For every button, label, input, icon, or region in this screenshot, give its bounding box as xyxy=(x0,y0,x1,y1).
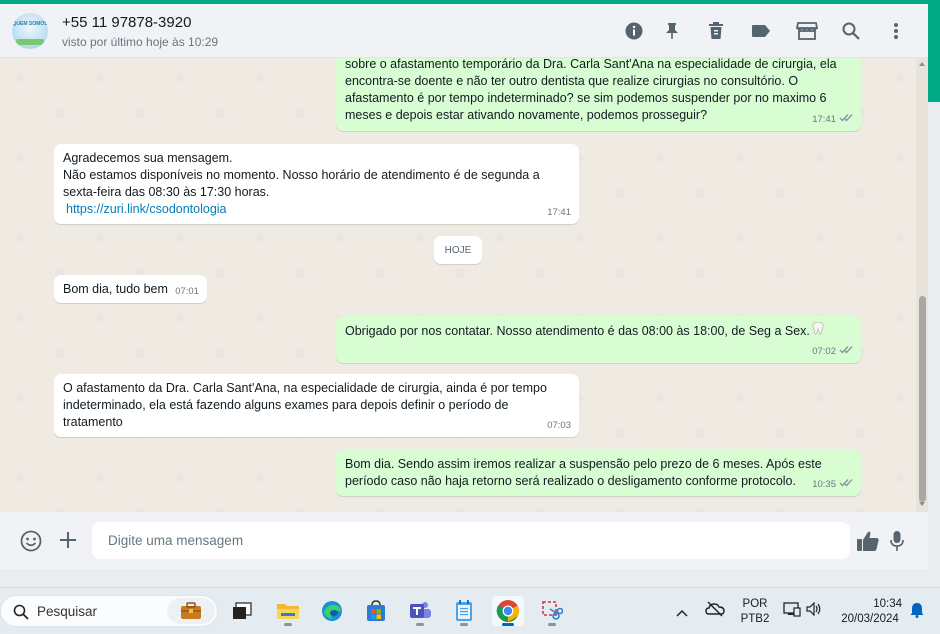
taskbar-search[interactable]: Pesquisar xyxy=(0,595,218,627)
store-icon[interactable] xyxy=(795,21,819,41)
tooth-emoji-icon xyxy=(812,321,824,340)
contact-name[interactable]: +55 11 97878-3920 xyxy=(62,14,191,31)
message-meta: 07:01 xyxy=(175,283,199,300)
avatar-graphic xyxy=(16,39,44,45)
search-icon xyxy=(13,604,29,625)
message-meta: 07:02 xyxy=(812,343,853,360)
notepad-icon[interactable] xyxy=(448,596,480,626)
avatar[interactable]: QUEM SOMOS xyxy=(12,13,48,49)
info-icon[interactable] xyxy=(624,21,644,41)
more-vertical-icon[interactable] xyxy=(886,21,906,41)
teams-icon[interactable] xyxy=(404,596,436,626)
language-code: POR xyxy=(742,598,768,610)
message-text: Bom dia. Sendo assim iremos realizar a s… xyxy=(345,457,822,488)
message-meta: 10:35 xyxy=(812,476,853,493)
message-time: 10:35 xyxy=(812,479,836,490)
scrollbar-thumb[interactable] xyxy=(919,296,926,502)
edge-icon[interactable] xyxy=(316,596,348,626)
message-list[interactable]: sobre o afastamento temporário da Dra. C… xyxy=(0,58,928,512)
message-outgoing[interactable]: sobre o afastamento temporário da Dra. C… xyxy=(336,58,861,131)
input-language[interactable]: POR PTB2 xyxy=(740,597,770,627)
notification-bell-icon[interactable] xyxy=(910,602,924,623)
search-icon[interactable] xyxy=(841,21,861,41)
message-text: O afastamento da Dra. Carla Sant'Ana, na… xyxy=(63,381,547,429)
message-input[interactable] xyxy=(92,522,850,559)
day-separator: HOJE xyxy=(434,236,482,264)
clock-time: 10:34 xyxy=(873,598,902,610)
scrollbar[interactable] xyxy=(916,58,928,512)
message-outgoing[interactable]: Bom dia. Sendo assim iremos realizar a s… xyxy=(336,450,861,496)
running-indicator xyxy=(460,623,468,626)
message-incoming[interactable]: O afastamento da Dra. Carla Sant'Ana, na… xyxy=(54,374,579,437)
running-indicator xyxy=(548,623,556,626)
message-time: 17:41 xyxy=(547,207,571,218)
task-view-icon[interactable] xyxy=(226,596,258,626)
message-meta: 07:03 xyxy=(547,417,571,434)
chrome-icon[interactable] xyxy=(492,596,524,626)
avatar-text: QUEM SOMOS xyxy=(12,21,48,27)
message-meta: 17:41 xyxy=(547,204,571,221)
message-incoming[interactable]: Agradecemos sua mensagem. Não estamos di… xyxy=(54,144,579,224)
scroll-up-arrow-icon[interactable] xyxy=(919,62,925,66)
message-time: 07:02 xyxy=(812,346,836,357)
message-outgoing[interactable]: Obrigado por nos contatar. Nosso atendim… xyxy=(336,316,861,363)
windows-taskbar: Pesquisar POR PTB2 10:34 20/03/2024 xyxy=(0,587,940,634)
file-explorer-icon[interactable] xyxy=(272,596,304,626)
message-link[interactable]: https://zuri.link/csodontologia xyxy=(66,202,227,216)
message-text: sobre o afastamento temporário da Dra. C… xyxy=(345,58,837,122)
pin-icon[interactable] xyxy=(662,21,682,41)
message-composer xyxy=(0,512,928,569)
contact-status: visto por último hoje às 10:29 xyxy=(62,35,219,49)
accent-side-strip xyxy=(928,4,940,102)
snipping-tool-icon[interactable] xyxy=(536,596,568,626)
briefcase-icon[interactable] xyxy=(167,598,215,624)
read-ticks-icon xyxy=(839,343,853,360)
volume-icon[interactable] xyxy=(806,601,822,621)
store-icon[interactable] xyxy=(360,596,392,626)
emoji-icon[interactable] xyxy=(19,529,43,553)
delete-icon[interactable] xyxy=(706,21,726,41)
plus-icon[interactable] xyxy=(57,529,79,551)
read-ticks-icon xyxy=(839,111,853,128)
message-meta: 17:41 xyxy=(812,111,853,128)
scroll-down-arrow-icon[interactable] xyxy=(919,502,925,506)
message-time: 17:41 xyxy=(812,114,836,125)
clock[interactable]: 10:34 20/03/2024 xyxy=(832,597,908,627)
message-incoming[interactable]: Bom dia, tudo bem 07:01 xyxy=(54,275,207,303)
running-indicator xyxy=(284,623,292,626)
thumbs-up-icon[interactable] xyxy=(855,529,881,553)
keyboard-layout: PTB2 xyxy=(740,613,770,625)
message-text: Obrigado por nos contatar. Nosso atendim… xyxy=(345,323,810,338)
chat-header[interactable]: QUEM SOMOS +55 11 97878-3920 visto por ú… xyxy=(0,4,928,58)
label-icon[interactable] xyxy=(751,21,771,41)
active-indicator xyxy=(502,623,514,626)
running-indicator xyxy=(416,623,424,626)
message-text: Agradecemos sua mensagem. Não estamos di… xyxy=(63,151,540,199)
clock-date: 20/03/2024 xyxy=(841,613,899,625)
network-icon[interactable] xyxy=(783,601,801,622)
read-ticks-icon xyxy=(839,476,853,493)
onedrive-offline-icon[interactable] xyxy=(705,601,725,622)
taskbar-search-label: Pesquisar xyxy=(37,604,98,619)
chevron-up-icon[interactable] xyxy=(676,604,688,622)
message-time: 07:01 xyxy=(175,286,199,297)
message-time: 07:03 xyxy=(547,420,571,431)
microphone-icon[interactable] xyxy=(888,528,906,554)
